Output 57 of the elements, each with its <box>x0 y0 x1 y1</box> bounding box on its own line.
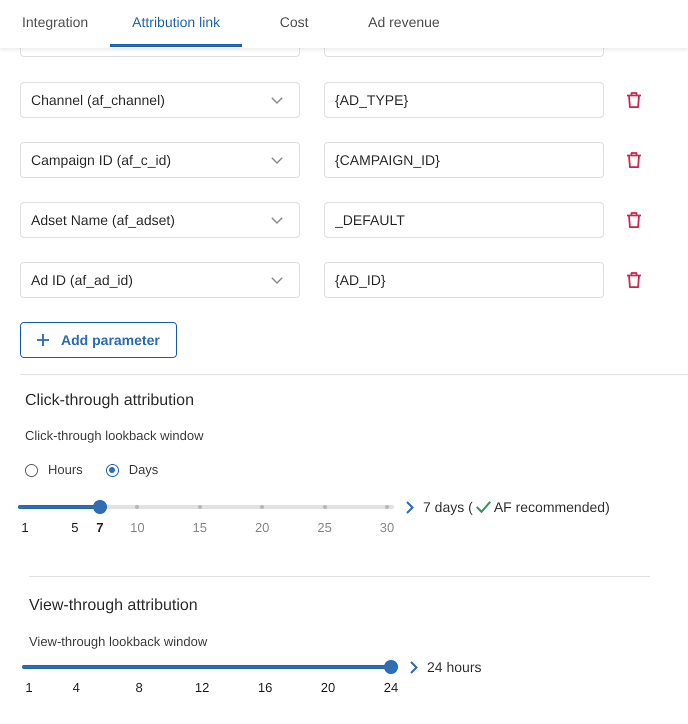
input-field[interactable] <box>324 48 604 57</box>
radio-label: Days <box>128 462 158 478</box>
tick-label: 5 <box>71 521 79 535</box>
slider-thumb[interactable] <box>92 500 107 514</box>
lookback-value: 24 hours <box>427 658 482 676</box>
tick-label: 4 <box>72 681 80 695</box>
tick-label: 20 <box>320 681 336 695</box>
recommendation-text: AF recommended) <box>494 498 610 516</box>
field-label: Click-through lookback window <box>25 428 204 444</box>
section-title: View-through attribution <box>29 596 198 616</box>
chevron-down-icon <box>271 96 283 104</box>
chevron-right-icon <box>410 660 418 674</box>
tick-label: 20 <box>254 521 270 535</box>
trash-icon[interactable] <box>627 212 641 228</box>
check-icon <box>476 501 491 513</box>
tick-label: 1 <box>21 521 29 535</box>
trash-icon[interactable] <box>627 92 641 108</box>
chevron-right-icon <box>406 500 414 514</box>
chevron-down-icon <box>271 276 283 284</box>
tab[interactable]: Ad revenue <box>346 0 462 47</box>
tick-label: 7 <box>96 521 104 535</box>
input-field[interactable]: {CAMPAIGN_ID} <box>324 142 604 178</box>
select-field[interactable] <box>20 48 300 57</box>
tick-label: 1 <box>25 681 33 695</box>
chevron-down-icon <box>271 216 283 224</box>
plus-icon <box>37 334 49 346</box>
tab[interactable]: Attribution link <box>110 0 242 47</box>
tick-label: 24 <box>384 681 398 695</box>
trash-icon[interactable] <box>627 152 641 168</box>
slider-track[interactable] <box>22 660 398 674</box>
tick-label: 8 <box>136 681 143 695</box>
radio-button[interactable] <box>25 464 38 476</box>
tab[interactable]: Cost <box>242 0 346 47</box>
add-parameter-button[interactable]: Add parameter <box>20 322 177 358</box>
select-field[interactable]: Campaign ID (af_c_id) <box>20 142 300 178</box>
tick-label: 30 <box>380 521 394 535</box>
slider-track[interactable] <box>18 500 394 514</box>
select-field[interactable]: Ad ID (af_ad_id) <box>20 262 300 298</box>
field-label: View-through lookback window <box>29 634 208 650</box>
radio-label: Hours <box>48 462 83 478</box>
input-field[interactable]: {AD_ID} <box>324 262 604 298</box>
radio-button[interactable] <box>106 464 119 476</box>
tab[interactable]: Integration <box>0 0 110 47</box>
lookback-value: 7 days ( <box>423 498 473 516</box>
tick-label: 10 <box>130 521 145 535</box>
input-field[interactable]: _DEFAULT <box>324 202 604 238</box>
tick-label: 25 <box>317 521 332 535</box>
tick-label: 15 <box>192 521 207 535</box>
trash-icon[interactable] <box>627 272 641 288</box>
input-field[interactable]: {AD_TYPE} <box>324 82 604 118</box>
select-field[interactable]: Channel (af_channel) <box>20 82 300 118</box>
select-field[interactable]: Adset Name (af_adset) <box>20 202 300 238</box>
tick-label: 16 <box>258 681 272 695</box>
section-title: Click-through attribution <box>25 391 194 411</box>
slider-thumb[interactable] <box>384 660 398 674</box>
chevron-down-icon <box>271 156 283 164</box>
tick-label: 12 <box>194 681 210 695</box>
